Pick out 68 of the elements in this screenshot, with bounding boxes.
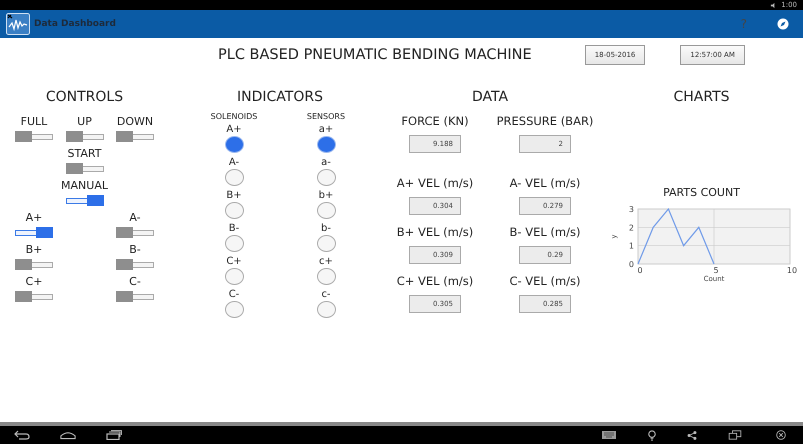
compass-icon[interactable] — [777, 18, 789, 30]
x-tick-label: 0 — [636, 266, 642, 275]
switch-label: FULL — [20, 114, 48, 129]
data-label: C+ VEL (m/s) — [396, 274, 474, 288]
switch-label: UP — [77, 114, 92, 129]
toggle-switch[interactable] — [15, 227, 53, 238]
switch-label: START — [68, 146, 102, 161]
toggle-switch[interactable] — [66, 195, 104, 206]
section-heading: CHARTS — [673, 89, 730, 105]
switch-label: A+ — [26, 210, 42, 225]
share-icon[interactable] — [687, 430, 697, 440]
indicator-label: C- — [228, 288, 240, 301]
data-label: B+ VEL (m/s) — [396, 225, 474, 239]
window-icon[interactable] — [727, 430, 743, 440]
chart-title: PARTS COUNT — [663, 186, 740, 199]
group-heading: SENSORS — [306, 112, 346, 121]
data-label: PRESSURE (BAR) — [496, 114, 594, 128]
indicator-label: C+ — [226, 255, 242, 268]
app-logo-icon — [6, 13, 30, 35]
toggle-switch[interactable] — [15, 291, 53, 302]
switch-label: B- — [129, 242, 141, 257]
lightbulb-icon[interactable] — [647, 430, 657, 440]
toggle-switch[interactable] — [116, 131, 154, 142]
recents-icon[interactable] — [106, 430, 122, 440]
back-icon[interactable] — [14, 430, 30, 440]
indicator-label: B- — [228, 222, 240, 235]
indicator-label: a+ — [318, 123, 334, 136]
y-tick-label: 2 — [628, 223, 634, 232]
toggle-switch[interactable] — [116, 291, 154, 302]
data-label: A+ VEL (m/s) — [396, 176, 474, 190]
section-heading: DATA — [472, 89, 508, 105]
group-heading: SOLENOIDS — [210, 112, 258, 121]
data-label: A- VEL (m/s) — [510, 176, 580, 190]
keyboard-icon[interactable] — [601, 430, 617, 440]
switch-label: DOWN — [116, 114, 154, 129]
y-tick-label: 0 — [628, 260, 634, 269]
switch-label: C+ — [26, 274, 42, 289]
indicator-label: A+ — [226, 123, 242, 136]
switch-label: A- — [129, 210, 141, 225]
machine-title: PLC BASED PNEUMATIC BENDING MACHINE — [218, 47, 532, 63]
data-label: B- VEL (m/s) — [510, 225, 580, 239]
indicator-label: c+ — [319, 255, 333, 268]
section-heading: INDICATORS — [237, 89, 323, 105]
x-tick-label: 10 — [786, 266, 797, 275]
toggle-switch[interactable] — [15, 259, 53, 270]
indicator-label: b+ — [318, 189, 334, 202]
y-tick-label: 1 — [628, 242, 634, 251]
switch-label: MANUAL — [61, 178, 108, 193]
help-button[interactable]: ? — [738, 17, 749, 31]
data-label: C- VEL (m/s) — [509, 274, 581, 288]
toggle-switch[interactable] — [116, 259, 154, 270]
indicator-label: a- — [321, 156, 331, 169]
indicator-label: b- — [321, 222, 331, 235]
section-heading: CONTROLS — [46, 89, 124, 105]
toggle-switch[interactable] — [66, 131, 104, 142]
indicator-label: c- — [321, 288, 331, 301]
indicator-label: B+ — [226, 189, 242, 202]
switch-label: B+ — [26, 242, 42, 257]
data-label: FORCE (KN) — [401, 114, 469, 128]
home-icon[interactable] — [60, 430, 76, 440]
switch-label: C- — [129, 274, 141, 289]
indicator-label: A- — [228, 156, 240, 169]
toggle-switch[interactable] — [66, 163, 104, 174]
x-tick-label: 5 — [712, 266, 718, 275]
toggle-switch[interactable] — [116, 227, 154, 238]
app-title: Data Dashboard — [34, 19, 116, 29]
toggle-switch[interactable] — [15, 131, 53, 142]
y-tick-label: 3 — [628, 205, 634, 214]
